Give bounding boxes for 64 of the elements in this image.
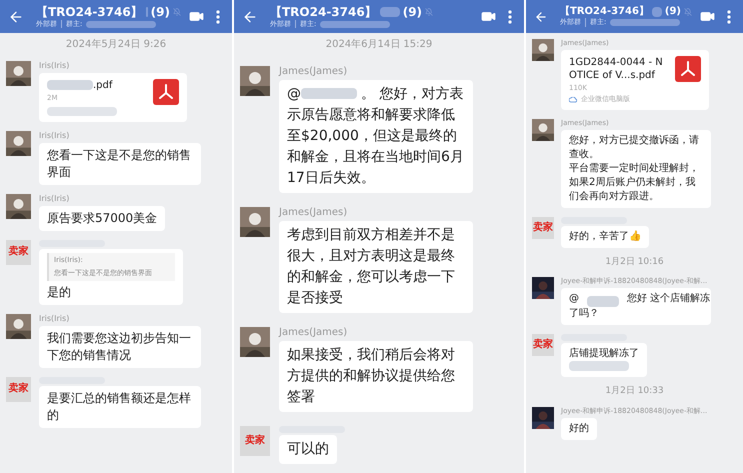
mute-icon: [425, 8, 434, 16]
message-text: 您好 这个店铺解冻: [627, 292, 710, 306]
seller-avatar: 卖家: [6, 376, 31, 402]
redaction-bar: [610, 19, 680, 26]
message-text: 是的: [47, 284, 72, 300]
message-text: 可以的: [287, 440, 329, 458]
sender-name: Iris(Iris): [39, 130, 70, 140]
message-text: 平台需要一定时间处理解封，如果2周后账户仍未解封，我们会再向对方跟进。: [569, 162, 700, 204]
redaction-bar: [652, 7, 662, 18]
redaction-bar: [86, 20, 156, 28]
seller-avatar: 卖家: [240, 426, 270, 456]
chat-title: 【TRO24-3746】: [270, 4, 377, 20]
message-text: 是要汇总的销售额还是怎样的: [47, 390, 192, 424]
mute-icon: [173, 8, 181, 16]
member-count: (9): [150, 4, 170, 20]
redaction-bar: [380, 7, 400, 18]
message-text: 您看一下这是不是您的销售界面: [47, 146, 192, 180]
message-text: 好的: [569, 422, 589, 436]
back-button[interactable]: [8, 8, 24, 24]
redaction-bar: [561, 334, 627, 342]
redaction-bar: [587, 296, 619, 308]
back-button[interactable]: [534, 10, 548, 24]
cloud-icon: [569, 96, 577, 102]
message-text: 如果接受，我们稍后会将对方提供的和解协议提供给您签署: [287, 346, 456, 406]
seller-avatar: 卖家: [532, 217, 554, 239]
sender-name: Iris(Iris): [39, 60, 70, 70]
sender-name: James(James): [279, 206, 348, 218]
sender-name: Iris(Iris): [39, 314, 70, 324]
timestamp: 1月2日 10:16: [605, 257, 664, 268]
pdf-icon: [675, 56, 701, 82]
redaction-bar: [301, 88, 357, 98]
more-icon: [508, 10, 512, 24]
message-text: 我们需要您这边初步告知一下您的销售情况: [47, 330, 192, 364]
pdf-icon: [153, 78, 179, 104]
message-text: 好的，辛苦了👍: [569, 230, 641, 244]
more-icon: [216, 10, 220, 24]
chat-title: 【TRO24-3746】: [36, 4, 143, 20]
member-count: (9): [664, 6, 681, 18]
file-name: .pdf: [93, 78, 112, 92]
seller-avatar: 卖家: [532, 334, 554, 356]
more-icon: [727, 10, 731, 24]
message-text: 店铺提现解冻了: [569, 347, 639, 362]
sender-name: Iris(Iris): [39, 194, 70, 204]
timestamp: 2024年6月14日 15:29: [326, 39, 432, 52]
message-text: 示原告愿意将和解要求降低至$20,000，但这是最终的和解金，且将在当地时间6月17日后失效。: [287, 106, 465, 188]
message-text: 了吗？: [569, 307, 600, 322]
redaction-bar: [320, 20, 390, 28]
timestamp: 2024年5月24日 9:26: [66, 39, 166, 52]
chat-title: 【TRO24-3746】: [560, 6, 649, 18]
mention-at: @: [287, 84, 301, 104]
message-text: 。 您好，对方表: [361, 84, 464, 104]
sender-name: James(James): [279, 326, 348, 338]
member-count: (9): [402, 4, 422, 20]
mention-at: @: [569, 292, 579, 306]
seller-avatar: 卖家: [6, 240, 31, 264]
file-name: 1GD2844-0044 - NOTICE of V...s.pdf: [569, 56, 664, 82]
mute-icon: [684, 8, 692, 16]
timestamp: 1月2日 10:33: [605, 386, 664, 398]
message-text: 您好，对方已提交撤诉函，请查收。: [569, 134, 700, 162]
redaction-bar: [146, 7, 148, 18]
message-text: 原告要求57000美金: [47, 210, 158, 226]
sender-name: James(James): [279, 66, 348, 78]
message-text: 考虑到目前双方相差并不是很大，且对方表明这是最终的和解金，您可以考虑一下是否接受: [287, 226, 456, 308]
back-button[interactable]: [242, 8, 258, 24]
